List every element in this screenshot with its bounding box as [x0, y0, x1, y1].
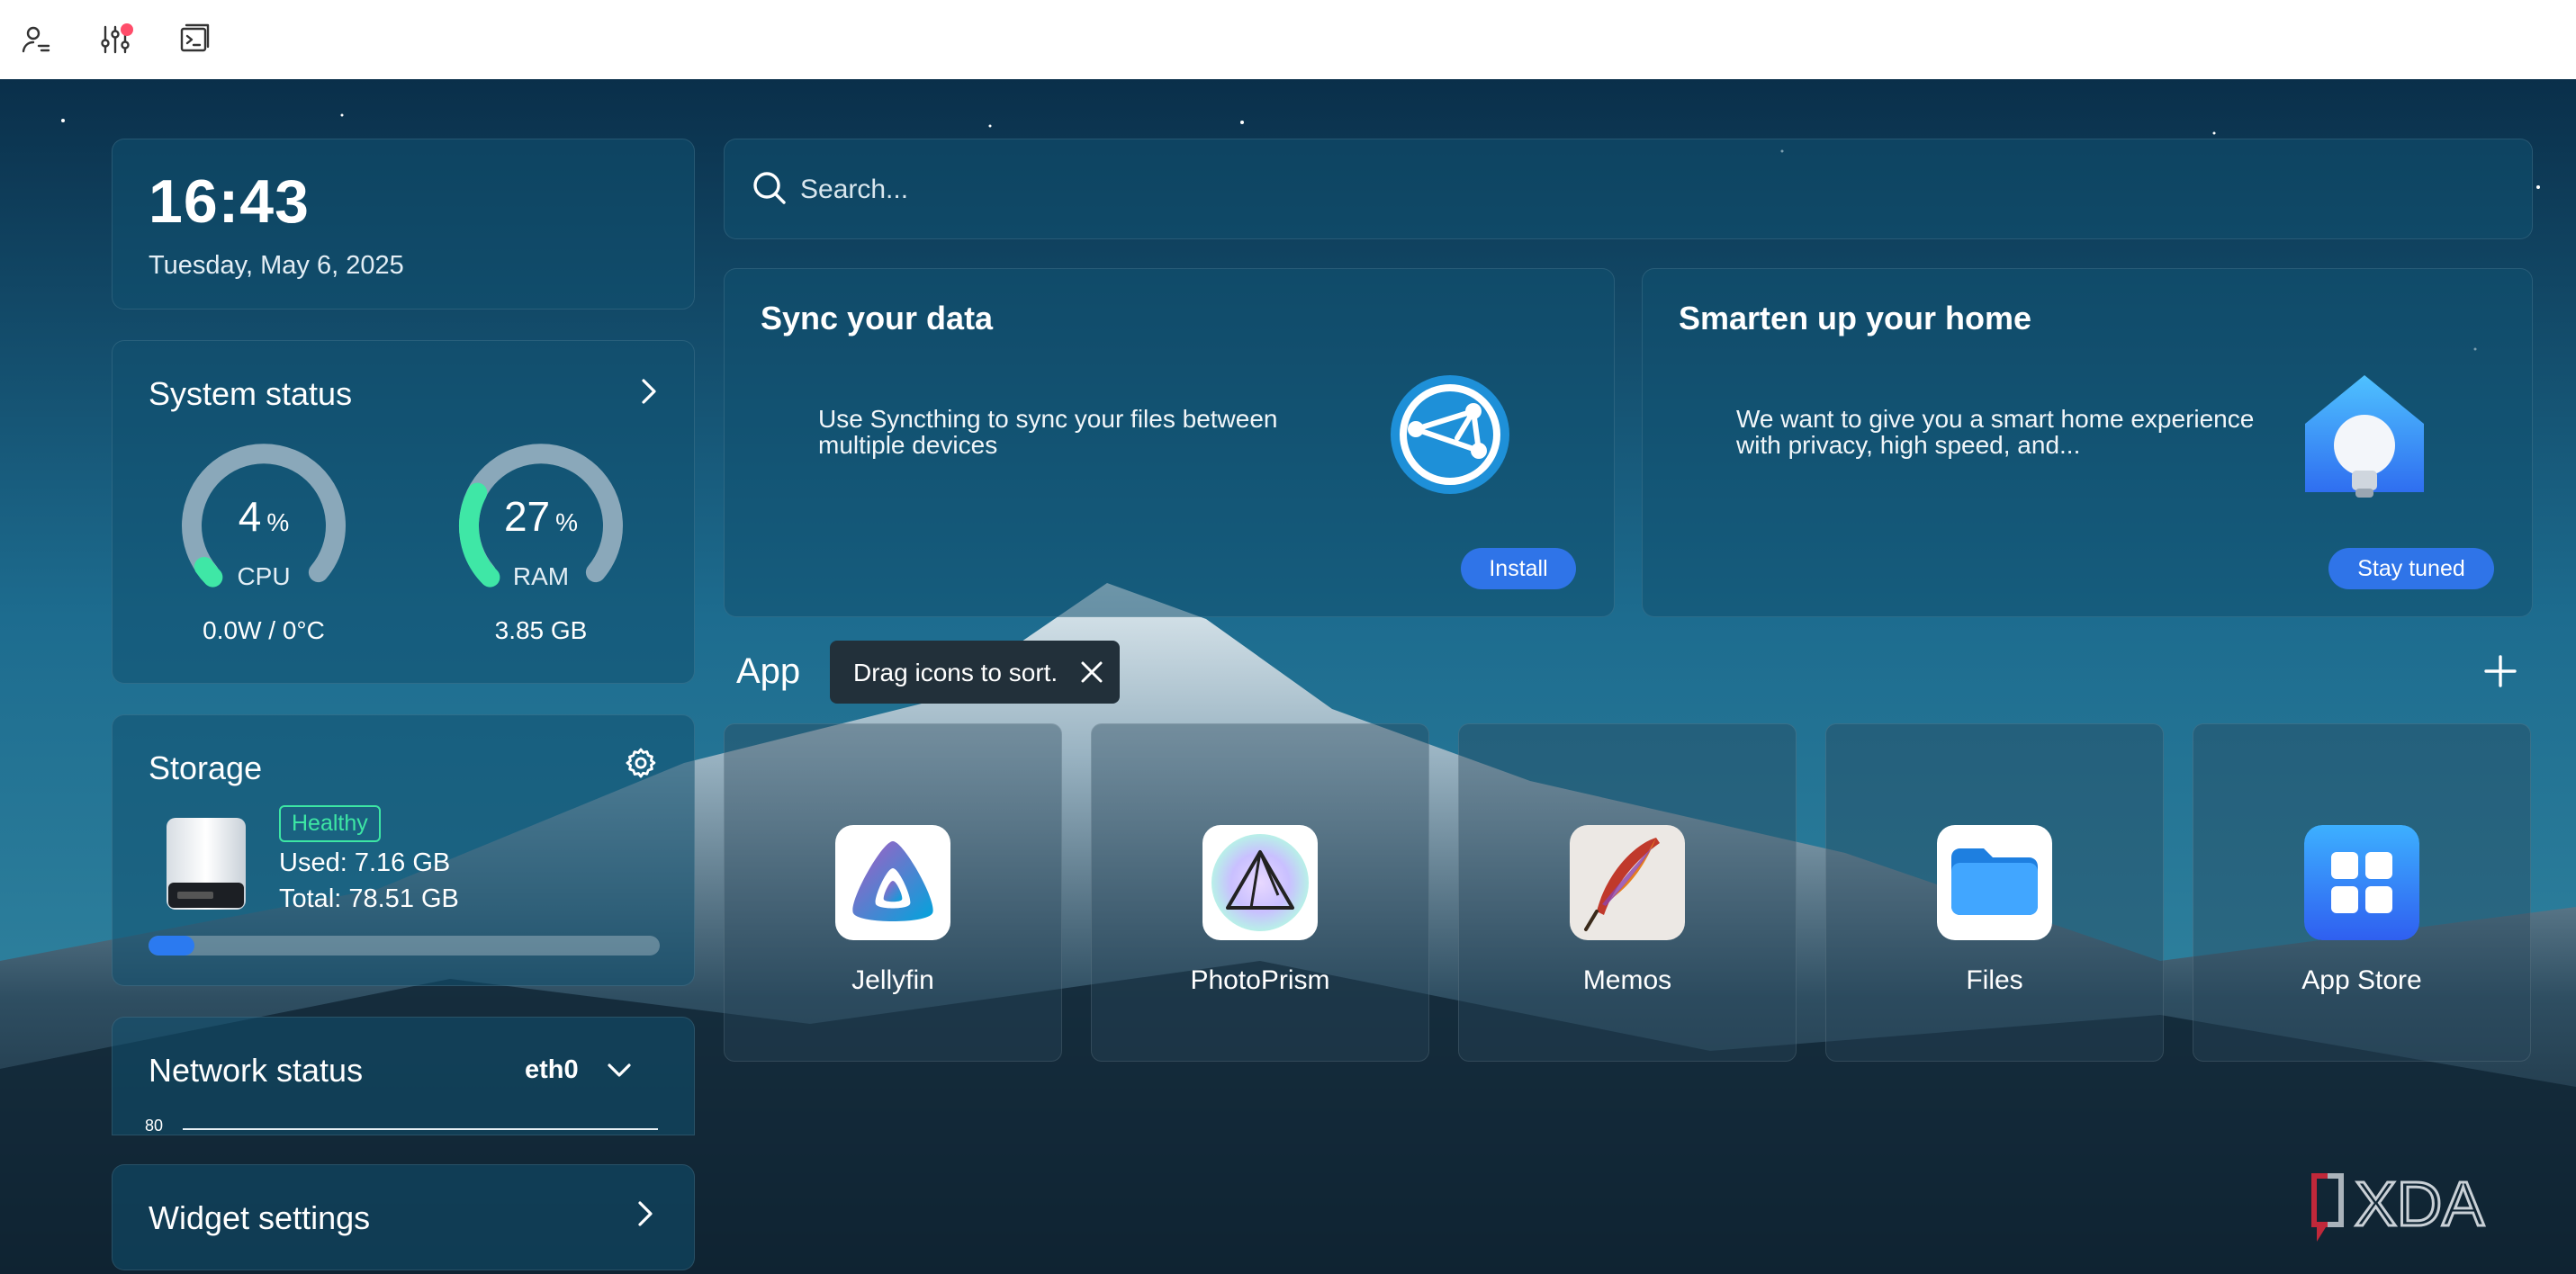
chevron-right-icon[interactable]: [629, 1198, 662, 1234]
ram-used: 3.85 GB: [494, 616, 588, 644]
close-icon[interactable]: [1080, 660, 1103, 690]
jellyfin-icon: [835, 825, 950, 940]
app-tile-memos[interactable]: Memos: [1458, 723, 1797, 1062]
app-tile-app-store[interactable]: App Store: [2193, 723, 2531, 1062]
app-tile-photoprism[interactable]: PhotoPrism: [1091, 723, 1429, 1062]
chart-gridline: [183, 1128, 658, 1130]
tooltip-text: Drag icons to sort.: [853, 659, 1058, 686]
chevron-down-icon: [608, 1063, 631, 1077]
clock-widget: 16:43 Tuesday, May 6, 2025: [112, 139, 695, 310]
terminal-icon[interactable]: [175, 20, 214, 59]
search-input[interactable]: [798, 139, 2494, 240]
ram-gauge: 27% RAM: [451, 436, 631, 616]
storage-total: Total: 78.51 GB: [279, 884, 459, 913]
ram-label: RAM: [512, 562, 570, 590]
search-bar[interactable]: [724, 139, 2533, 240]
widget-settings-title: Widget settings: [149, 1199, 371, 1236]
promo-card-sync: Sync your data Use Syncthing to sync you…: [724, 268, 1615, 617]
drag-tooltip: Drag icons to sort.: [830, 641, 1120, 704]
notification-dot: [121, 23, 133, 36]
install-button[interactable]: Install: [1461, 548, 1576, 589]
storage-used: Used: 7.16 GB: [279, 848, 451, 877]
stay-tuned-button[interactable]: Stay tuned: [2328, 548, 2494, 589]
system-status-title: System status: [149, 375, 353, 412]
smart-home-bulb-icon: [2300, 370, 2429, 507]
sliders-icon[interactable]: [95, 20, 135, 59]
app-label: PhotoPrism: [1190, 965, 1330, 995]
promo-description: Use Syncthing to sync your files between…: [818, 405, 1278, 459]
ram-value: 27%: [503, 493, 579, 540]
clock-time: 16:43: [149, 167, 310, 236]
cpu-power-temp: 0.0W / 0°C: [203, 616, 325, 644]
status-badge: Healthy: [279, 805, 381, 842]
storage-progress-bar: [149, 936, 660, 956]
app-label: Files: [1966, 965, 2023, 995]
app-label: Jellyfin: [851, 965, 934, 995]
cpu-label: CPU: [237, 562, 291, 590]
app-tile-files[interactable]: Files: [1825, 723, 2164, 1062]
app-store-icon: [2304, 825, 2419, 940]
storage-title: Storage: [149, 749, 263, 786]
add-app-button[interactable]: [2482, 653, 2518, 694]
promo-title: Sync your data: [761, 300, 994, 336]
user-settings-icon[interactable]: [16, 20, 56, 59]
interface-select[interactable]: eth0: [525, 1055, 633, 1085]
storage-progress-fill: [149, 936, 195, 956]
memos-icon: [1570, 825, 1685, 940]
chart-tick-label: 80: [145, 1117, 164, 1135]
storage-widget: Storage Healthy Used: 7.16 GB Total: 78.…: [112, 714, 695, 986]
network-status-widget: Network status eth0 80: [112, 1017, 695, 1135]
photoprism-icon: [1202, 825, 1318, 940]
widget-settings[interactable]: Widget settings: [112, 1164, 695, 1270]
promo-title: Smarten up your home: [1679, 300, 2032, 336]
cpu-gauge: 4% CPU: [174, 436, 354, 616]
network-status-title: Network status: [149, 1052, 364, 1089]
app-label: Memos: [1582, 965, 1672, 995]
app-label: App Store: [2301, 965, 2422, 995]
interface-value: eth0: [525, 1055, 579, 1084]
xda-text: XDA: [2355, 1169, 2484, 1239]
syncthing-icon: [1387, 372, 1513, 502]
search-icon: [752, 170, 788, 211]
clock-date: Tuesday, May 6, 2025: [149, 251, 404, 280]
promo-card-smart-home: Smarten up your home We want to give you…: [1642, 268, 2533, 617]
hard-drive-icon: [163, 816, 249, 918]
app-tile-jellyfin[interactable]: Jellyfin: [724, 723, 1062, 1062]
system-status-widget: System status 4% CPU 0.0W / 0°C 27% RAM …: [112, 340, 695, 684]
xda-logo: XDA: [2304, 1161, 2547, 1252]
chevron-right-icon[interactable]: [633, 375, 665, 412]
folder-icon: [1937, 825, 2052, 940]
plus-icon: [2484, 655, 2517, 687]
promo-description: We want to give you a smart home experie…: [1736, 405, 2255, 459]
app-section-title: App: [736, 651, 801, 691]
gear-icon[interactable]: [624, 746, 658, 785]
cpu-value: 4%: [238, 493, 290, 540]
top-bar: [0, 0, 2576, 79]
